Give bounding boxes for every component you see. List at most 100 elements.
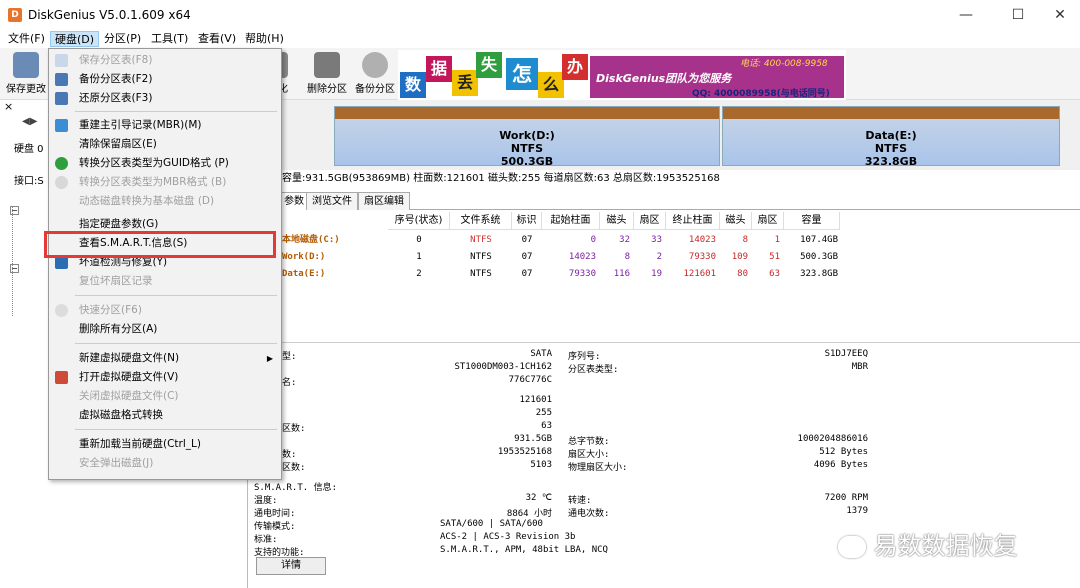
cell: 33 [651,235,662,245]
heads-value: 255 [535,408,552,418]
cell: 121601 [683,269,716,279]
partition-fs: NTFS [874,142,908,155]
smart-highlight-box [44,231,276,258]
cell: NTFS [470,235,492,245]
cell: 8 [742,235,748,245]
col-header[interactable]: 起始柱面 [542,212,600,230]
menu-item-backup-partition-table[interactable]: 备份分区表(F2) [49,70,281,89]
menu-item-convert-guid[interactable]: 转换分区表类型为GUID格式 (P) [49,154,281,173]
cell: 07 [521,269,533,279]
rpm-label: 转速: [568,496,592,506]
partition-size: 500.3GB [500,155,554,168]
menu-item-delete-all[interactable]: 删除所有分区(A) [49,320,281,339]
tab-browse[interactable]: 浏览文件 [306,192,358,210]
menu-disk[interactable]: 硬盘(D) [50,31,100,47]
tree-expand-icon[interactable]: − [10,264,19,273]
partition-name: Work(D:) [499,129,555,142]
features-value: S.M.A.R.T., APM, 48bit LBA, NCQ [440,545,608,555]
cell: 116 [613,269,630,279]
col-header[interactable]: 序号(状态) [388,212,450,230]
col-header[interactable]: 容量 [784,212,840,230]
partition-block-e[interactable]: Data(E:) NTFS 323.8GB [722,106,1060,168]
tree-expand-icon[interactable]: − [10,206,19,215]
menu-item-reload-disk[interactable]: 重新加载当前硬盘(Ctrl_L) [49,435,281,454]
convert-icon [55,176,68,189]
delete-partition-label: 删除分区 [307,84,347,95]
menu-item-open-vdisk[interactable]: 打开虚拟硬盘文件(V) [49,368,281,387]
hours-label: 通电时间: [254,509,296,519]
partition-fs: NTFS [510,142,544,155]
cell: 14023 [688,235,716,245]
detail-button[interactable]: 详情 [256,557,326,575]
guid-value: 776C776C [508,375,552,385]
menu-item-restore-partition-table[interactable]: 还原分区表(F3) [49,89,281,108]
col-header[interactable]: 扇区 [752,212,784,230]
interface-value: SATA [530,349,552,359]
watermark-text: 易数数据恢复 [873,532,1018,560]
col-header[interactable]: 扇区 [634,212,666,230]
col-header[interactable]: 文件系统 [450,212,512,230]
banner-char: 失 [476,52,502,78]
restore-icon [55,92,68,105]
cell: 19 [651,269,662,279]
col-header[interactable]: 磁头 [720,212,752,230]
tab-sector-edit[interactable]: 扇区编辑 [358,192,410,210]
save-changes-button[interactable]: 保存更改 [6,50,46,96]
table-row[interactable]: Work(D:) 1 NTFS 07 14023 8 2 79330 109 5… [248,249,848,266]
promo-banner[interactable]: 数 据 丢 失 怎 么 办 DiskGenius团队为您服务 电话: 400-0… [398,50,846,100]
cell: 14023 [568,252,596,262]
cell: 0 [590,235,596,245]
disk-menu-dropdown: 保存分区表(F8) 备份分区表(F2) 还原分区表(F3) 重建主引导记录(MB… [48,48,282,480]
phys-sector-value: 4096 Bytes [813,460,868,470]
submenu-arrow-icon: ▶ [266,354,273,363]
table-row[interactable]: 本地磁盘(C:) 0 NTFS 07 0 32 33 14023 8 1 107… [248,232,848,249]
menu-item-close-vdisk[interactable]: 关闭虚拟硬盘文件(C) [49,387,281,406]
total-bytes-value: 1000204886016 [797,434,868,444]
sectors-value: 63 [541,421,552,431]
partition-block-d[interactable]: Work(D:) NTFS 500.3GB [334,106,720,168]
menu-item-rebuild-mbr[interactable]: 重建主引导记录(MBR)(M) [49,116,281,135]
banner-char: 数 [400,72,426,98]
menu-item-convert-mbr[interactable]: 转换分区表类型为MBR格式 (B) [49,173,281,192]
menu-item-new-vdisk[interactable]: 新建虚拟硬盘文件(N) ▶ [49,349,281,368]
cell: 323.8GB [800,269,838,279]
menu-item-save-partition-table[interactable]: 保存分区表(F8) [49,51,281,70]
smart-title: S.M.A.R.T. 信息: [254,483,338,493]
menu-partition[interactable]: 分区(P) [100,31,145,47]
backup-partition-label: 备份分区 [355,84,395,95]
menu-view[interactable]: 查看(V) [194,31,240,47]
menu-file[interactable]: 文件(F) [4,31,49,47]
cell: 107.4GB [800,235,838,245]
menu-item-dynamic-to-basic[interactable]: 动态磁盘转换为基本磁盘 (D) [49,192,281,211]
menu-item-vdisk-convert[interactable]: 虚拟磁盘格式转换 [49,406,281,425]
table-row[interactable]: Data(E:) 2 NTFS 07 79330 116 19 121601 8… [248,266,848,283]
backup-icon [55,73,68,86]
menu-item-reset-bad-sector[interactable]: 复位坏扇区记录 [49,272,281,291]
close-button[interactable]: ✕ [1042,4,1078,26]
ptype-label: 分区表类型: [568,365,619,375]
cell: 07 [521,235,533,245]
delete-partition-button[interactable]: 删除分区 [304,50,350,96]
interface-label: 接口:S [14,176,44,187]
disk-tree[interactable] [12,206,48,316]
cell: 79330 [688,252,716,262]
backup-partition-button[interactable]: 备份分区 [352,50,398,96]
menu-item-quick-partition[interactable]: 快速分区(F6) [49,301,281,320]
cell: 51 [769,252,780,262]
col-header[interactable]: 磁头 [600,212,634,230]
panel-close-icon[interactable]: × [4,100,13,113]
banner-char: 怎 [506,58,538,90]
menu-item-eject-disk[interactable]: 安全弹出磁盘(J) [49,454,281,473]
minimize-button[interactable]: — [948,4,984,26]
wechat-icon [838,536,866,558]
reserved-label: 区数: [282,463,306,473]
maximize-button[interactable]: ☐ [1000,4,1036,26]
menu-item-clear-reserved[interactable]: 清除保留扇区(E) [49,135,281,154]
col-header[interactable]: 终止柱面 [666,212,720,230]
menu-tools[interactable]: 工具(T) [147,31,192,47]
nav-arrows-icon[interactable]: ◀▶ [22,116,44,128]
col-header[interactable]: 标识 [512,212,542,230]
menu-help[interactable]: 帮助(H) [241,31,288,47]
disk-info-line: 容量:931.5GB(953869MB) 柱面数:121601 磁头数:255 … [248,170,1080,188]
mode-label: 传输模式: [254,522,296,532]
